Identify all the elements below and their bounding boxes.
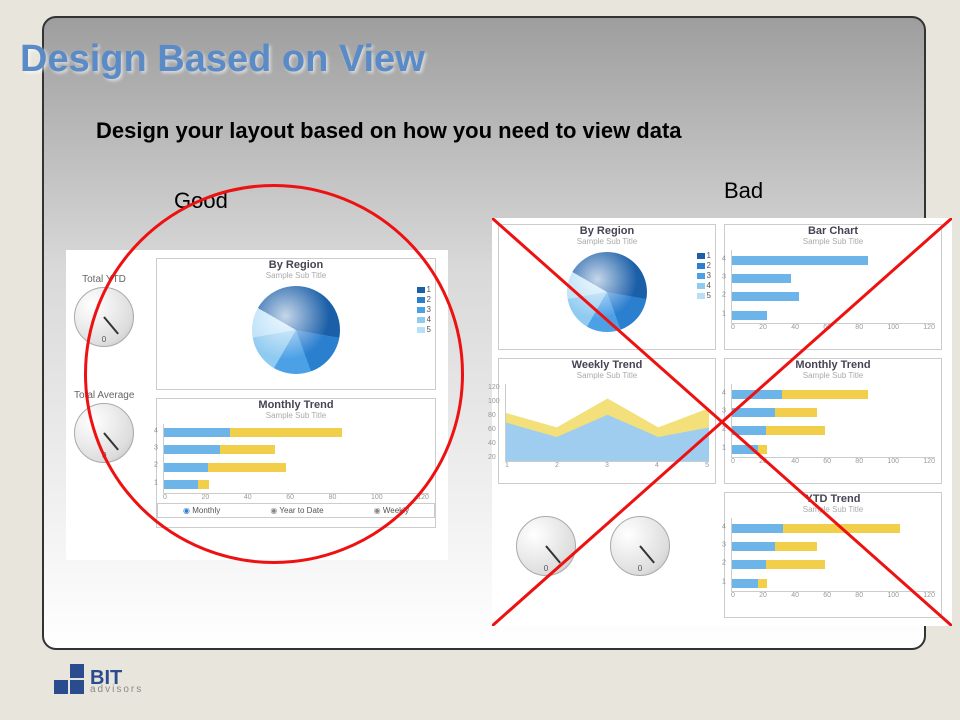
radio-ytd[interactable]: Year to Date	[270, 506, 323, 515]
bad-pie-by-region: By Region Sample Sub Title 1 2 3 4 5	[498, 224, 716, 350]
gauge-total-average: Total Average 0	[74, 390, 134, 463]
bad-monthly-trend: Monthly Trend Sample Sub Title 4 3 2 1 0…	[724, 358, 942, 484]
good-dashboard: Total YTD 0 Total Average 0 By Region Sa…	[66, 250, 448, 560]
slide-title: Design Based on View	[20, 38, 425, 81]
bad-bar-chart: Bar Chart Sample Sub Title 4 3 2 1 02040…	[724, 224, 942, 350]
bad-ytd-trend: YTD Trend Sample Sub Title 4 3 2 1 02040…	[724, 492, 942, 618]
chart-subtitle: Sample Sub Title	[157, 271, 435, 280]
bad-label: Bad	[724, 178, 763, 204]
gauge-icon: 0	[610, 516, 670, 576]
pie-legend: 1 2 3 4 5	[697, 251, 711, 301]
gauge-icon: 0	[516, 516, 576, 576]
radio-weekly[interactable]: Weekly	[374, 506, 409, 515]
bad-weekly-trend: Weekly Trend Sample Sub Title 1201008060…	[498, 358, 716, 484]
pie-chart-icon	[567, 252, 647, 332]
bad-gauge-2: 0	[610, 516, 670, 576]
slide-subtitle: Design your layout based on how you need…	[96, 118, 682, 144]
gauge-label: Total Average	[74, 390, 134, 401]
bit-advisors-logo: BIT advisors	[54, 664, 143, 694]
gauge-icon: 0	[74, 403, 134, 463]
chart-subtitle: Sample Sub Title	[157, 411, 435, 420]
bar-area: 4 3 2 1	[163, 424, 429, 494]
x-axis: 020406080100120	[163, 494, 429, 501]
chart-title: By Region	[157, 259, 435, 271]
pie-legend: 1 2 3 4 5	[417, 285, 431, 335]
slide-card: Design Based on View Design your layout …	[42, 16, 926, 650]
gauge-total-ytd: Total YTD 0	[74, 274, 134, 347]
logo-squares-icon	[54, 664, 84, 694]
period-radio-group[interactable]: Monthly Year to Date Weekly	[157, 503, 435, 518]
radio-monthly[interactable]: Monthly	[183, 506, 220, 515]
bad-gauge-1: 0	[516, 516, 576, 576]
chart-title: Monthly Trend	[157, 399, 435, 411]
good-label: Good	[174, 188, 228, 214]
pie-chart-icon	[252, 286, 340, 374]
pie-by-region: By Region Sample Sub Title 1 2 3 4 5	[156, 258, 436, 390]
bad-dashboard: By Region Sample Sub Title 1 2 3 4 5 Bar…	[492, 218, 952, 626]
monthly-trend-chart: Monthly Trend Sample Sub Title 4 3 2 1 0…	[156, 398, 436, 528]
logo-sub: advisors	[90, 686, 143, 694]
gauge-label: Total YTD	[74, 274, 134, 285]
gauge-icon: 0	[74, 287, 134, 347]
